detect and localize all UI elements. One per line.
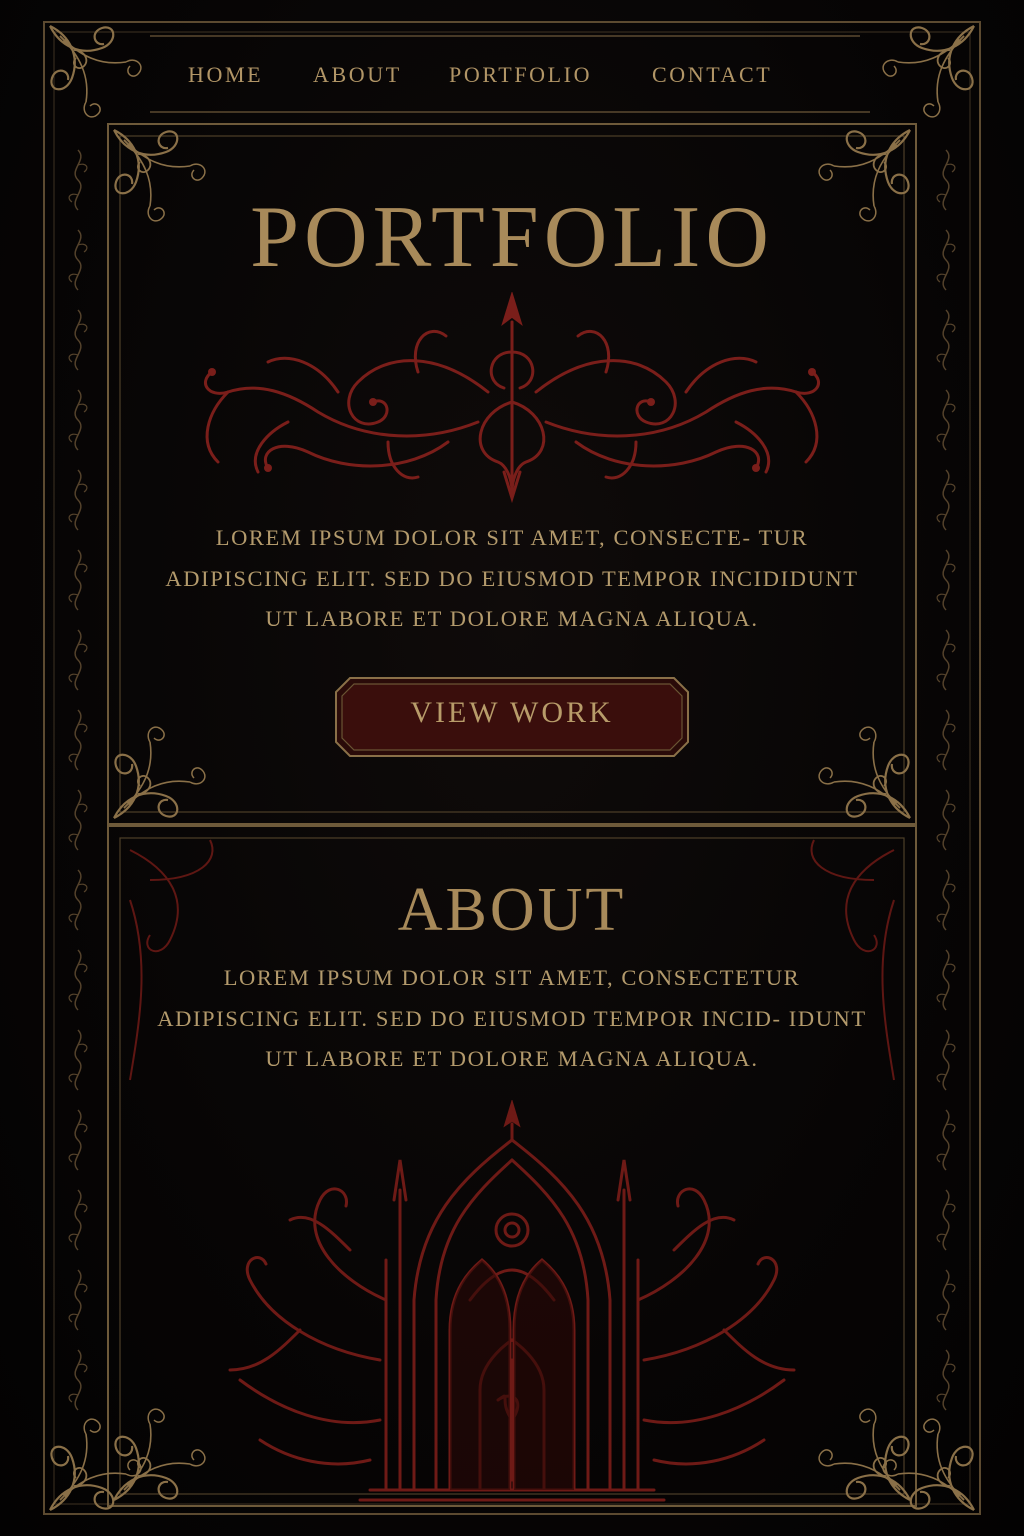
portfolio-description: LOREM IPSUM DOLOR SIT AMET, CONSECTE- TU… <box>165 525 859 631</box>
portfolio-title: PORTFOLIO <box>250 189 774 286</box>
view-work-button[interactable]: VIEW WORK <box>332 674 692 760</box>
nav-contact-link[interactable]: CONTACT <box>652 62 772 88</box>
page: HOME ABOUT PORTFOLIO CONTACT PORTFOLIO L… <box>0 0 1024 1536</box>
nav-portfolio-link[interactable]: PORTFOLIO <box>449 62 592 88</box>
nav-about-link[interactable]: ABOUT <box>313 62 402 88</box>
about-title: ABOUT <box>397 876 627 944</box>
main-nav: HOME ABOUT PORTFOLIO CONTACT <box>150 58 850 94</box>
gothic-arch-illustration <box>228 1100 796 1502</box>
view-work-label: VIEW WORK <box>410 696 614 729</box>
nav-home-link[interactable]: HOME <box>188 62 263 88</box>
crescent-moon-icon <box>831 66 840 84</box>
about-description: LOREM IPSUM DOLOR SIT AMET, CONSECTETUR … <box>157 965 867 1071</box>
crimson-flourish-ornament <box>204 292 820 504</box>
